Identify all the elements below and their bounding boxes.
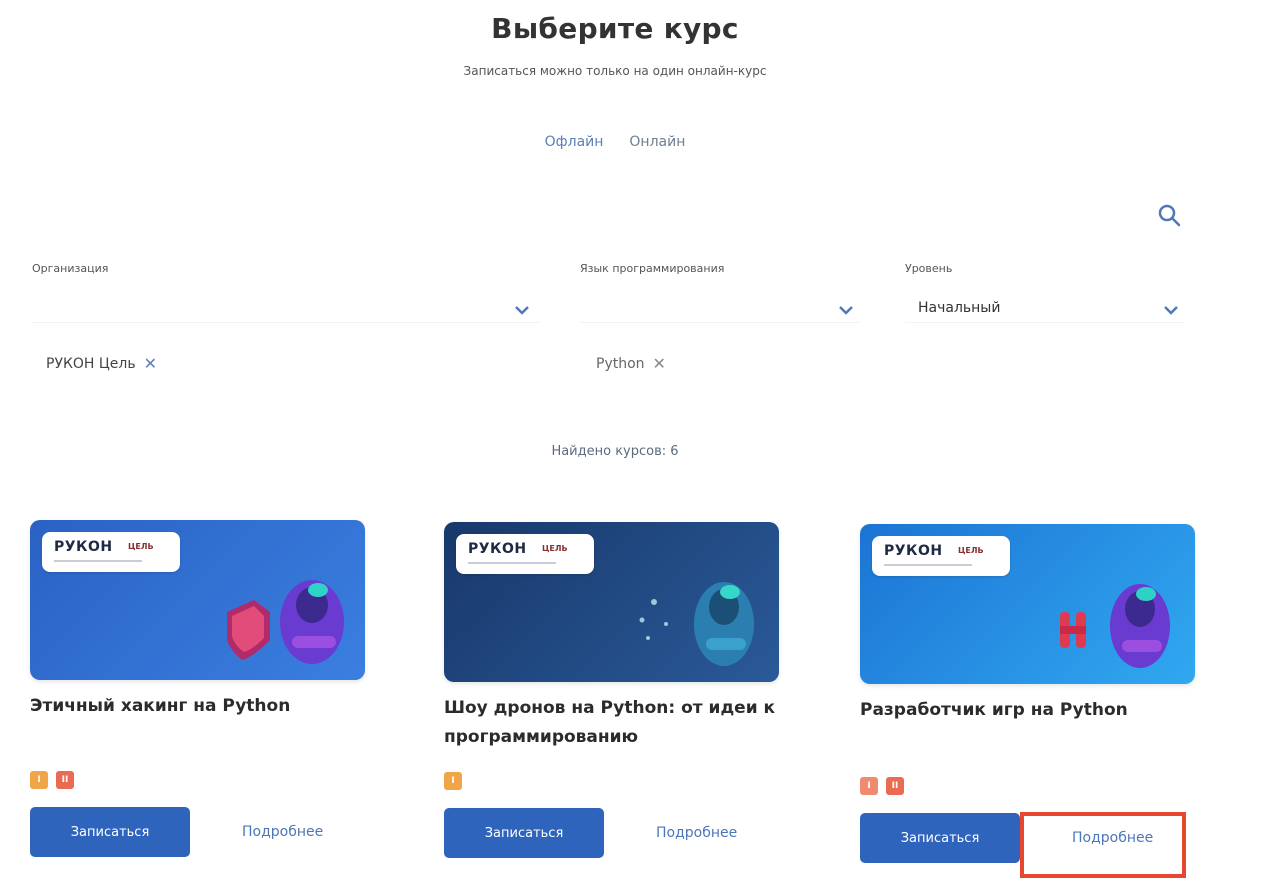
details-link[interactable]: Подробнее	[242, 824, 323, 840]
level-badges: I II	[30, 771, 375, 789]
tab-online[interactable]: Онлайн	[629, 134, 685, 150]
level-badge: I	[30, 771, 48, 789]
course-card: РУКОН ЦЕЛЬ Шоу дронов на Python: от идеи…	[444, 522, 789, 858]
page-title: Выберите курс	[491, 12, 739, 45]
remove-organization-chip-icon[interactable]: ✕	[144, 354, 157, 373]
chevron-down-icon	[1164, 306, 1178, 315]
logo-subtext: ЦЕЛЬ	[128, 542, 154, 551]
courses-found-count: Найдено курсов: 6	[551, 444, 679, 459]
remove-language-chip-icon[interactable]: ✕	[653, 354, 666, 373]
course-card: РУКОН ЦЕЛЬ Этичный хакинг на Python I II…	[30, 520, 375, 857]
organization-select[interactable]	[32, 290, 540, 323]
course-image[interactable]: РУКОН ЦЕЛЬ	[30, 520, 365, 680]
language-chip: Python ✕	[596, 354, 666, 373]
level-badge: I	[860, 777, 878, 795]
organization-label: Организация	[32, 262, 109, 275]
level-badges: I II	[860, 777, 1205, 795]
level-label: Уровень	[905, 262, 953, 275]
mascot-illustration-icon	[1060, 584, 1170, 668]
logo-subtext: ЦЕЛЬ	[542, 544, 568, 553]
tab-offline[interactable]: Офлайн	[545, 134, 604, 150]
page-subtitle: Записаться можно только на один онлайн-к…	[463, 64, 767, 78]
mascot-illustration-icon	[639, 582, 754, 666]
chevron-down-icon	[839, 306, 853, 315]
course-image[interactable]: РУКОН ЦЕЛЬ	[860, 524, 1195, 684]
language-label: Язык программирования	[580, 262, 725, 275]
course-title[interactable]: Шоу дронов на Python: от идеи к программ…	[444, 694, 789, 752]
level-selected-value: Начальный	[918, 300, 1001, 316]
rukon-logo: РУКОН ЦЕЛЬ	[456, 534, 594, 574]
level-badge: II	[56, 771, 74, 789]
logo-subtext: ЦЕЛЬ	[958, 546, 984, 555]
logo-text: РУКОН	[54, 539, 113, 555]
rukon-logo: РУКОН ЦЕЛЬ	[42, 532, 180, 572]
organization-chip: РУКОН Цель ✕	[46, 354, 157, 373]
mascot-illustration-icon	[227, 580, 344, 664]
level-badges: I	[444, 772, 789, 790]
enroll-button[interactable]: Записаться	[444, 808, 604, 858]
language-chip-label: Python	[596, 355, 645, 372]
level-badge: II	[886, 777, 904, 795]
organization-chip-label: РУКОН Цель	[46, 355, 136, 372]
logo-text: РУКОН	[884, 543, 943, 559]
enroll-button[interactable]: Записаться	[860, 813, 1020, 863]
details-highlight-box	[1020, 812, 1186, 878]
chevron-down-icon	[515, 306, 529, 315]
level-badge: I	[444, 772, 462, 790]
logo-text: РУКОН	[468, 541, 527, 557]
details-link[interactable]: Подробнее	[656, 825, 737, 841]
format-tabs: Офлайн Онлайн	[0, 134, 1230, 150]
course-title[interactable]: Разработчик игр на Python	[860, 696, 1205, 725]
course-title[interactable]: Этичный хакинг на Python	[30, 692, 375, 721]
course-image[interactable]: РУКОН ЦЕЛЬ	[444, 522, 779, 682]
language-select[interactable]	[580, 290, 860, 323]
rukon-logo: РУКОН ЦЕЛЬ	[872, 536, 1010, 576]
search-icon[interactable]	[1156, 202, 1184, 230]
enroll-button[interactable]: Записаться	[30, 807, 190, 857]
